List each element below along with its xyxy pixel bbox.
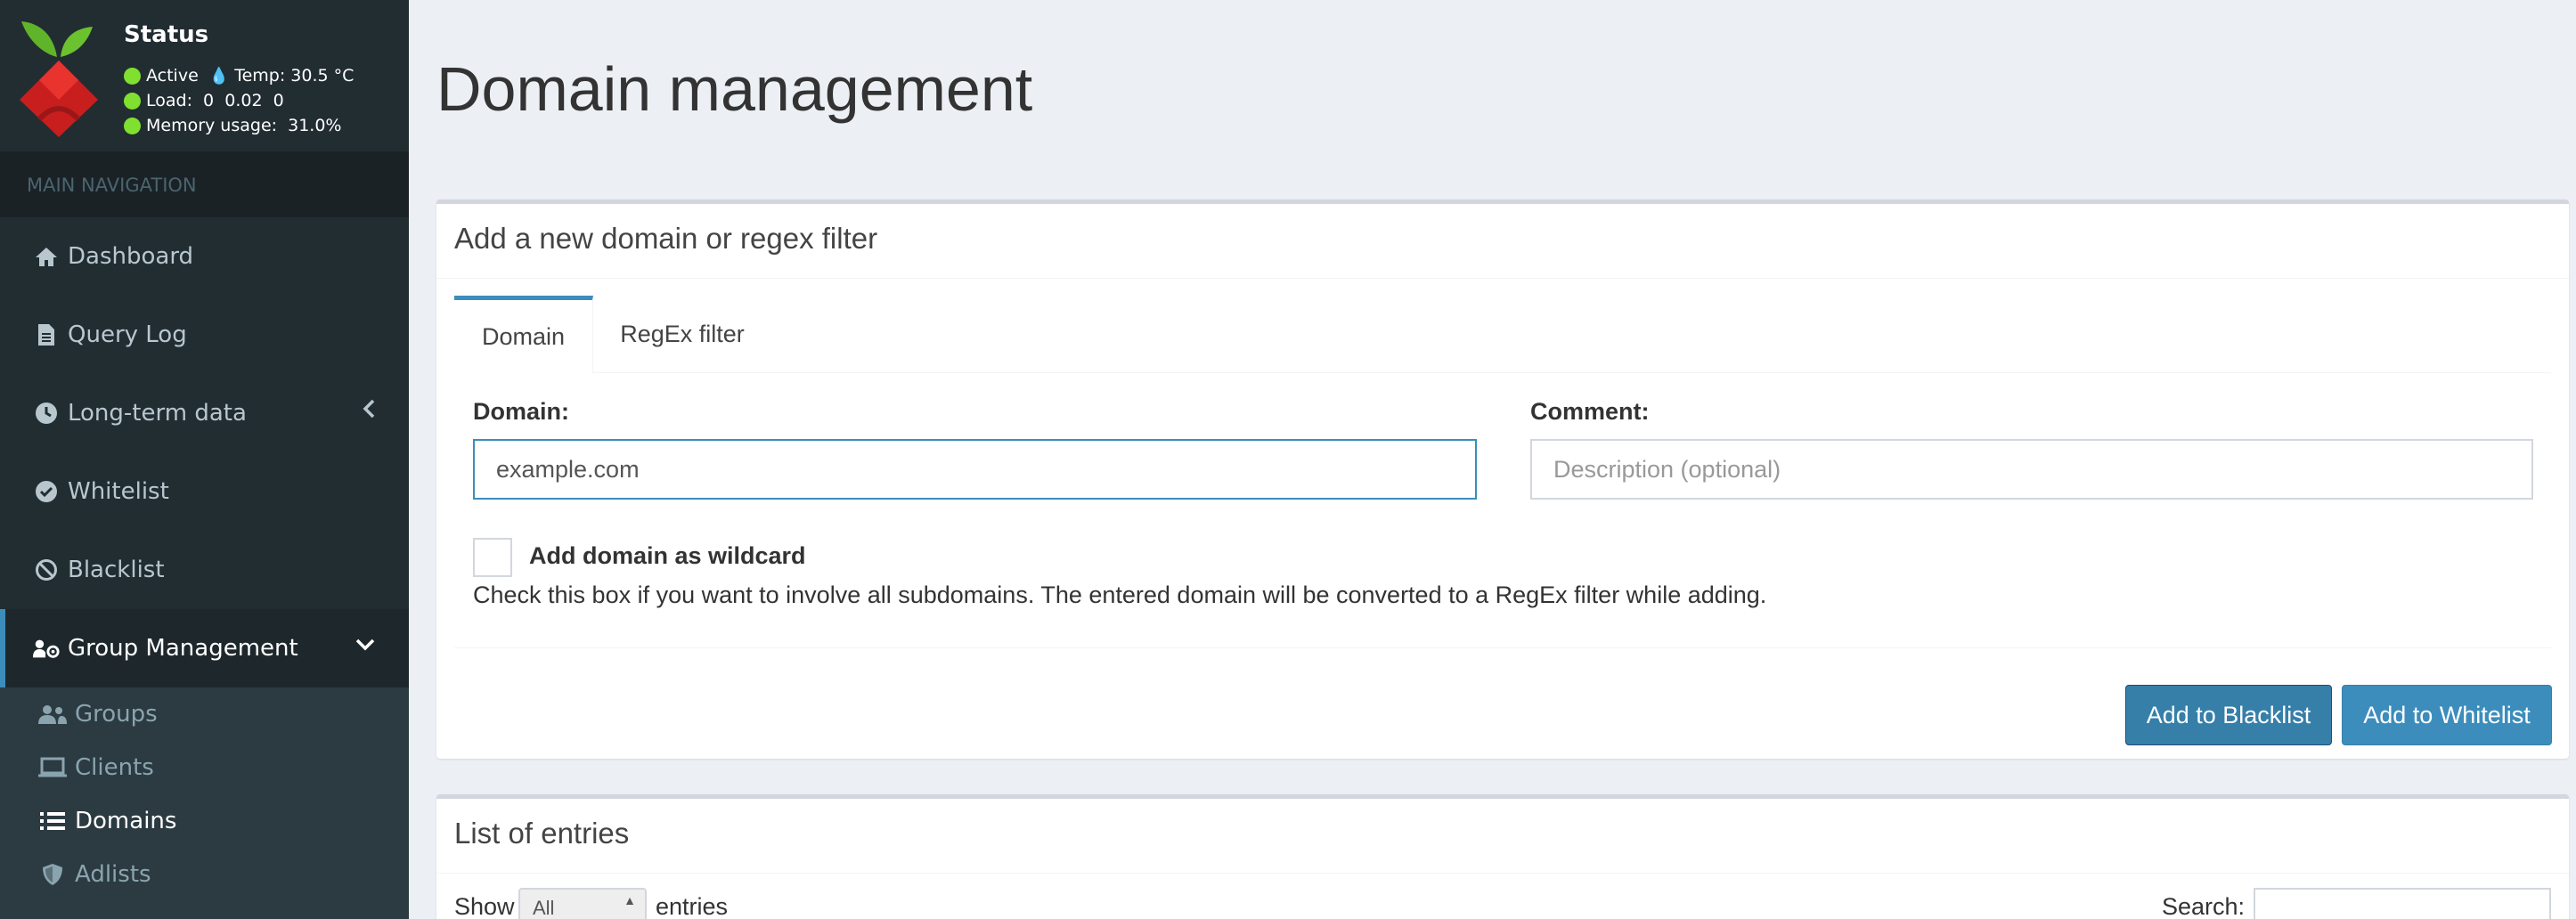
temperature-icon: 💧 (208, 66, 230, 85)
group-management-submenu: Groups Clients Domains Adlists (0, 687, 409, 919)
comment-label: Comment: (1530, 398, 1650, 425)
sidebar-item-group-management[interactable]: Group Management (0, 609, 409, 687)
comment-input[interactable] (1530, 439, 2533, 500)
chevron-down-icon (355, 634, 375, 656)
list-icon (37, 811, 68, 831)
divider (454, 647, 2551, 648)
clock-icon (32, 402, 61, 425)
submenu-item-label: Groups (75, 701, 158, 728)
sidebar-item-label: Whitelist (68, 478, 169, 505)
sidebar-item-query-log[interactable]: Query Log (0, 296, 409, 374)
status-dot-icon (124, 117, 141, 134)
shield-icon (37, 863, 68, 886)
status-dot-icon (124, 92, 141, 110)
list-of-entries-box: List of entries Show All ▲ entries Searc… (436, 794, 2569, 919)
submenu-item-groups[interactable]: Groups (0, 687, 409, 741)
entries-label: entries (656, 893, 729, 919)
sidebar: Status Active 💧 Temp: 30.5 °C Load: 0 0.… (0, 0, 409, 919)
select-arrows-icon: ▲ (624, 893, 636, 907)
submenu-item-label: Adlists (75, 861, 151, 888)
sidebar-item-dashboard[interactable]: Dashboard (0, 217, 409, 296)
nav-header: MAIN NAVIGATION (0, 151, 409, 217)
tab-domain[interactable]: Domain (454, 296, 593, 373)
submenu-item-label: Clients (75, 754, 154, 781)
user-friends-icon (37, 703, 68, 725)
status-line-load: Load: 0 0.02 0 (124, 91, 284, 110)
table-search-input[interactable] (2254, 888, 2551, 919)
filter-tabs: Domain RegEx filter (454, 296, 2551, 373)
wildcard-checkbox[interactable] (473, 538, 512, 577)
users-cog-icon (32, 637, 61, 660)
sidebar-item-label: Query Log (68, 321, 187, 348)
chevron-left-icon (363, 399, 375, 424)
add-domain-box-title: Add a new domain or regex filter (436, 204, 2569, 279)
entries-per-page-value: All (533, 897, 555, 919)
submenu-item-adlists[interactable]: Adlists (0, 848, 409, 901)
check-circle-icon (32, 480, 61, 503)
tab-regex-filter[interactable]: RegEx filter (593, 296, 771, 373)
submenu-item-domains[interactable]: Domains (0, 794, 409, 848)
list-box-title: List of entries (436, 799, 2569, 874)
wildcard-label[interactable]: Add domain as wildcard (529, 542, 806, 570)
sidebar-item-label: Dashboard (68, 243, 194, 270)
load-text: Load: 0 0.02 0 (146, 91, 284, 110)
status-dot-icon (124, 67, 141, 85)
temp-text: Temp: 30.5 °C (234, 66, 355, 85)
ban-icon (32, 558, 61, 581)
entries-per-page-select[interactable]: All ▲ (518, 888, 647, 919)
status-line-active: Active 💧 Temp: 30.5 °C (124, 66, 354, 85)
add-to-whitelist-button[interactable]: Add to Whitelist (2342, 685, 2552, 745)
list-controls: Show All ▲ entries Search: (454, 888, 2551, 919)
add-to-blacklist-button[interactable]: Add to Blacklist (2125, 685, 2332, 745)
sidebar-item-whitelist[interactable]: Whitelist (0, 452, 409, 531)
sidebar-item-label: Long-term data (68, 400, 247, 427)
show-label: Show (454, 893, 515, 919)
sidebar-item-label: Group Management (68, 635, 298, 662)
sidebar-item-blacklist[interactable]: Blacklist (0, 531, 409, 609)
domain-label: Domain: (473, 398, 569, 425)
status-title: Status (124, 21, 209, 48)
home-icon (32, 246, 61, 267)
user-panel: Status Active 💧 Temp: 30.5 °C Load: 0 0.… (0, 0, 409, 151)
submenu-item-label: Domains (75, 808, 177, 834)
sidebar-item-long-term-data[interactable]: Long-term data (0, 374, 409, 452)
submenu-item-clients[interactable]: Clients (0, 741, 409, 794)
laptop-icon (37, 757, 68, 778)
page-title: Domain management (436, 54, 1033, 124)
file-icon (32, 323, 61, 346)
domain-input[interactable] (473, 439, 1477, 500)
sidebar-item-label: Blacklist (68, 557, 165, 583)
add-domain-box: Add a new domain or regex filter Domain … (436, 199, 2569, 759)
search-label: Search: (2161, 893, 2245, 919)
pihole-logo (20, 21, 98, 137)
active-text: Active (146, 66, 199, 85)
main-content: Domain management Add a new domain or re… (409, 0, 2576, 919)
memory-text: Memory usage: 31.0% (146, 116, 342, 135)
wildcard-help-text: Check this box if you want to involve al… (473, 581, 1767, 608)
status-line-memory: Memory usage: 31.0% (124, 116, 341, 135)
